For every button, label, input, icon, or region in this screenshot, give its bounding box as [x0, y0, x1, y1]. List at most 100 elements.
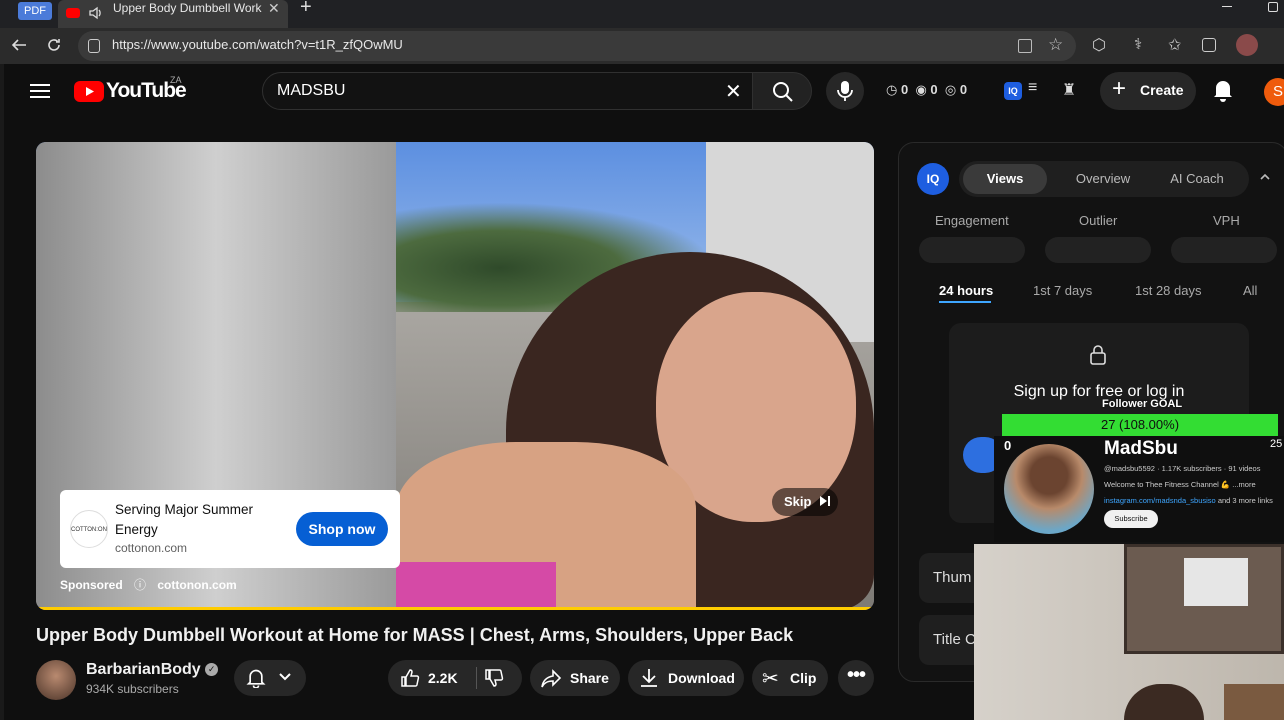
- account-avatar[interactable]: S: [1264, 78, 1284, 106]
- search-input[interactable]: MADSBU: [277, 82, 345, 100]
- range-24-hours[interactable]: 24 hours: [939, 283, 993, 298]
- browser-tab[interactable]: Upper Body Dumbbell Work ✕: [58, 0, 288, 28]
- verified-icon: ✓: [205, 663, 219, 677]
- clip-label: Clip: [790, 670, 817, 686]
- reload-icon[interactable]: [45, 36, 63, 54]
- url-field[interactable]: https://www.youtube.com/watch?v=t1R_zfQO…: [78, 31, 1076, 61]
- metric-outlier-label: Outlier: [1079, 213, 1118, 228]
- more-horizontal-icon: •••: [847, 664, 866, 686]
- extensions-icon[interactable]: ⬡: [1092, 35, 1106, 55]
- like-divider: [476, 667, 477, 689]
- chevron-down-icon: [278, 670, 292, 684]
- youtube-play-icon: [74, 81, 104, 102]
- url-text: https://www.youtube.com/watch?v=t1R_zfQO…: [112, 37, 403, 52]
- stat-b: 0: [930, 82, 938, 97]
- metric-vph-label: VPH: [1213, 213, 1240, 228]
- metric-outlier-value: [1045, 237, 1151, 263]
- create-button[interactable]: + Create: [1100, 72, 1196, 110]
- browser-address-bar: https://www.youtube.com/watch?v=t1R_zfQO…: [0, 28, 1284, 64]
- video-player[interactable]: COTTON:ON Serving Major Summer Energy co…: [36, 142, 874, 610]
- info-icon[interactable]: ⓘ: [134, 578, 146, 592]
- range-all[interactable]: All: [1243, 283, 1257, 298]
- extension-stats: ◷ 0 ◉ 0 ◎ 0: [886, 82, 967, 100]
- range-7-days[interactable]: 1st 7 days: [1033, 283, 1092, 298]
- channel-overlay-card: 0 25 MadSbu @madsbu5592 · 1.17K subscrib…: [994, 436, 1284, 542]
- speaker-icon[interactable]: [88, 5, 104, 21]
- ad-brand-logo: COTTON:ON: [70, 510, 108, 548]
- browser-essentials-icon[interactable]: ⚕: [1134, 35, 1142, 53]
- tab-overview[interactable]: Overview: [1061, 164, 1145, 194]
- share-button[interactable]: Share: [530, 660, 620, 696]
- like-count: 2.2K: [428, 670, 458, 686]
- goal-min: 0: [1004, 438, 1012, 453]
- channel-name[interactable]: BarbarianBody ✓: [86, 661, 219, 679]
- youtube-page: YouTube ZA MADSBU ✕ ◷ 0 ◉ 0 ◎ 0 IQ ≡ ♜ +…: [0, 64, 1284, 720]
- range-28-days[interactable]: 1st 28 days: [1135, 283, 1202, 298]
- close-tab-icon[interactable]: ✕: [268, 0, 280, 16]
- site-info-icon[interactable]: [88, 39, 100, 53]
- overlay-channel-name: MadSbu: [1104, 438, 1178, 459]
- menu-icon[interactable]: [30, 83, 50, 99]
- ad-domain: cottonon.com: [115, 541, 188, 555]
- microphone-icon: [837, 80, 853, 102]
- dislike-button[interactable]: [484, 668, 504, 688]
- region-code: ZA: [170, 75, 182, 85]
- like-button[interactable]: 2.2K: [388, 660, 476, 696]
- search-button[interactable]: [752, 72, 812, 110]
- collections-icon[interactable]: [1202, 38, 1216, 52]
- overlay-link-more: and 3 more links: [1217, 496, 1273, 505]
- clock-icon: ◷: [886, 82, 898, 97]
- subscriber-count: 934K subscribers: [86, 682, 179, 696]
- share-label: Share: [570, 670, 609, 686]
- new-tab-icon[interactable]: +: [300, 0, 312, 19]
- back-icon[interactable]: [10, 36, 28, 54]
- follower-goal-value: 27 (108.00%): [1100, 417, 1180, 432]
- tab-title: Upper Body Dumbbell Work: [113, 1, 262, 15]
- voice-search-button[interactable]: [826, 72, 864, 110]
- vidiq-icon[interactable]: IQ: [1004, 82, 1022, 100]
- search-box[interactable]: MADSBU ✕: [262, 72, 762, 110]
- notification-subscribe-button[interactable]: [234, 660, 306, 696]
- notifications-bell-icon[interactable]: [1212, 78, 1234, 102]
- channel-name-text: BarbarianBody: [86, 661, 201, 678]
- sponsor-domain[interactable]: cottonon.com: [157, 578, 236, 592]
- download-label: Download: [668, 670, 735, 686]
- tab-ai-coach[interactable]: AI Coach: [1155, 164, 1239, 194]
- profile-avatar-icon[interactable]: [1236, 34, 1258, 56]
- ad-card[interactable]: COTTON:ON Serving Major Summer Energy co…: [60, 490, 400, 568]
- clip-button[interactable]: ✂ Clip: [752, 660, 828, 696]
- range-active-underline: [939, 301, 991, 303]
- pdf-badge[interactable]: PDF: [18, 2, 52, 20]
- collapse-panel-icon[interactable]: [1259, 171, 1271, 183]
- eye-icon: ◉: [915, 82, 927, 97]
- eye-outline-icon: ◎: [944, 82, 957, 97]
- channel-avatar[interactable]: [36, 660, 76, 700]
- app-available-icon[interactable]: [1018, 39, 1032, 53]
- favorites-icon[interactable]: ✩: [1168, 35, 1181, 55]
- overlay-channel-links: instagram.com/madsnda_sbusiso and 3 more…: [1104, 496, 1273, 505]
- clear-search-icon[interactable]: ✕: [725, 79, 742, 104]
- minimize-icon[interactable]: [1222, 6, 1232, 7]
- share-icon: [540, 668, 562, 688]
- ad-progress-bar[interactable]: [36, 607, 874, 610]
- favorite-star-icon[interactable]: ☆: [1048, 35, 1063, 55]
- download-button[interactable]: Download: [628, 660, 744, 696]
- thumbs-up-icon: [400, 668, 420, 688]
- webcam-desk: [1224, 684, 1284, 720]
- browser-tab-bar: PDF Upper Body Dumbbell Work ✕ +: [0, 0, 1284, 28]
- youtube-favicon-icon: [66, 8, 80, 18]
- like-dislike-group: 2.2K: [388, 660, 522, 696]
- search-icon: [772, 81, 794, 103]
- follower-goal-track: 27 (108.00%): [1002, 414, 1278, 436]
- tab-views[interactable]: Views: [963, 164, 1047, 194]
- download-icon: [640, 668, 658, 688]
- ad-headline: Serving Major Summer Energy: [115, 502, 254, 537]
- more-actions-button[interactable]: •••: [838, 660, 874, 696]
- create-label: Create: [1140, 82, 1184, 98]
- trophy-icon[interactable]: ♜: [1062, 80, 1076, 100]
- metric-engagement-label: Engagement: [935, 213, 1009, 228]
- skip-ad-button[interactable]: Skip: [772, 488, 838, 516]
- shop-now-button[interactable]: Shop now: [296, 512, 388, 546]
- restore-icon[interactable]: [1268, 2, 1278, 12]
- list-icon[interactable]: ≡: [1028, 79, 1037, 97]
